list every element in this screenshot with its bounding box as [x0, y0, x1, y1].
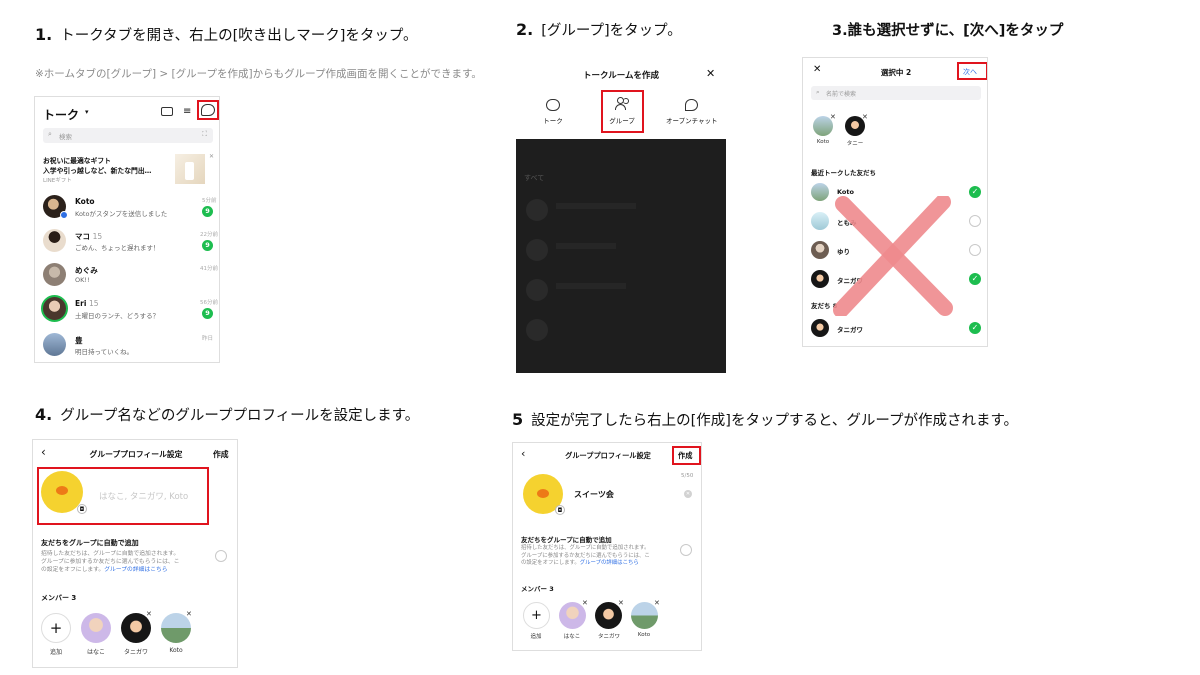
- check-icon: ✓: [969, 322, 981, 334]
- highlight-new-chat: [197, 100, 219, 120]
- remove-icon[interactable]: ✕: [618, 599, 624, 607]
- unread-badge: 9: [202, 240, 213, 251]
- avatar: [43, 263, 66, 286]
- profile-title: グループプロフィール設定: [89, 450, 183, 459]
- chevron-down-icon[interactable]: ▾: [85, 108, 89, 116]
- search-placeholder: 名前で検索: [826, 91, 857, 98]
- search-bar[interactable]: ⌕ 名前で検索: [811, 86, 981, 100]
- auto-add-title: 友だちをグループに自動で追加: [521, 536, 612, 544]
- remove-icon[interactable]: ✕: [582, 599, 588, 607]
- ad-line1: お祝いに最適なギフト: [43, 157, 111, 165]
- step1-title: 1. トークタブを開き、右上の[吹き出しマーク]をタップ。: [35, 25, 418, 44]
- filter-icon[interactable]: ≡: [183, 106, 191, 117]
- screen-select-friends: ✕ 選択中 2 次へ ⌕ 名前で検索 ✕ Koto ✕ タニー 最近トークした友…: [802, 57, 988, 347]
- talk-title: トーク: [43, 108, 80, 122]
- search-bar[interactable]: ⌕ 検索 ⛶: [43, 128, 213, 143]
- search-icon: ⌕: [816, 88, 820, 96]
- step3-title: 3.誰も選択せずに、[次へ]をタップ: [832, 23, 1064, 39]
- cross-mark: [833, 196, 953, 316]
- avatar: [41, 295, 68, 322]
- chat-row-eri[interactable]: Eri 15 土曜日のランチ、どうする？ 56分前 9: [35, 295, 219, 327]
- gift-image: [175, 154, 205, 184]
- dimmed-overlay: すべて: [516, 139, 726, 373]
- add-member-button[interactable]: +: [41, 613, 71, 643]
- remove-icon[interactable]: ✕: [654, 599, 660, 607]
- create-room-header: トークルームを作成 ✕ トーク グループ オープンチャット: [516, 57, 726, 139]
- screen-group-profile-done: ‹ グループプロフィール設定 作成 5/50 ◘ スイーツ会 ✕ 友だちをグルー…: [512, 442, 702, 651]
- auto-add-title: 友だちをグループに自動で追加: [41, 539, 139, 547]
- group-name-input[interactable]: スイーツ会: [574, 489, 614, 500]
- check-icon: ✓: [969, 273, 981, 285]
- members-label: メンバー 3: [521, 585, 554, 593]
- chat-row-megumi[interactable]: めぐみ OK!! 41分前: [35, 261, 219, 293]
- verified-icon: [60, 211, 68, 219]
- chat-row-mako[interactable]: マコ 15 ごめん、ちょっと遅れます！ 22分前 9: [35, 227, 219, 259]
- ad-line2: 入学や引っ越しなど、新たな門出…: [43, 167, 152, 175]
- clear-icon[interactable]: ✕: [684, 490, 692, 498]
- step4-title: 4. グループ名などのグループプロフィールを設定します。: [35, 405, 420, 424]
- check-icon: ✓: [969, 186, 981, 198]
- tab-all: すべて: [524, 174, 545, 182]
- create-room-title: トークルームを作成: [583, 71, 659, 81]
- highlight-next: [957, 62, 987, 80]
- chat-row-yutaka[interactable]: 豊 明日持っていくね。 昨日: [35, 331, 219, 362]
- chat-bubble-icon: [546, 99, 560, 111]
- avatar: [43, 333, 66, 356]
- screen-talk-list: トーク ▾ ≡ ⌕ 検索 ⛶ お祝いに最適なギフト 入学や引っ越しなど、新たな門…: [34, 96, 220, 363]
- video-call-icon[interactable]: [161, 107, 173, 116]
- highlight-create: [672, 446, 701, 465]
- option-openchat[interactable]: オープンチャット: [666, 99, 718, 125]
- highlight-profile: [37, 467, 209, 525]
- char-count: 5/50: [681, 473, 694, 479]
- scan-icon[interactable]: ⛶: [202, 130, 207, 139]
- step5-title: 5 設定が完了したら右上の[作成]をタップすると、グループが作成されます。: [512, 410, 1019, 429]
- auto-add-description: 招待した友だちは、グループに自動で追加されます。 グループに参加するか友だちに選…: [41, 551, 180, 573]
- avatar: [43, 229, 66, 252]
- details-link[interactable]: グループの詳細はこちら: [580, 560, 639, 566]
- step1-note: ※ホームタブの[グループ] > [グループを作成]からもグループ作成画面を開くこ…: [35, 68, 482, 80]
- unchecked-icon: [969, 244, 981, 256]
- toggle-off[interactable]: [215, 550, 227, 562]
- screen-group-profile: ‹ グループプロフィール設定 作成 ◘ はなこ, タニガワ, Koto 友だちを…: [32, 439, 238, 668]
- highlight-group: [601, 90, 644, 133]
- close-icon[interactable]: ✕: [706, 67, 715, 80]
- unread-badge: 9: [202, 308, 213, 319]
- remove-icon[interactable]: ✕: [862, 113, 868, 121]
- unchecked-icon: [969, 215, 981, 227]
- step2-title: 2. [グループ]をタップ。: [516, 20, 682, 39]
- section-recent: 最近トークした友だち: [811, 169, 876, 177]
- duck-icon: [537, 489, 549, 498]
- option-talk[interactable]: トーク: [538, 99, 568, 125]
- chat-row-koto[interactable]: Koto Kotoがスタンプを送信しました 5分前 9: [35, 193, 219, 225]
- members-label: メンバー 3: [41, 594, 77, 602]
- remove-icon[interactable]: ✕: [830, 113, 836, 121]
- camera-icon[interactable]: ◘: [555, 505, 565, 515]
- friend-row[interactable]: タニガワ ✓: [803, 316, 987, 340]
- member-avatar: [81, 613, 111, 643]
- screen-create-room: トークルームを作成 ✕ トーク グループ オープンチャット すべて: [516, 57, 726, 373]
- create-button[interactable]: 作成: [213, 449, 229, 460]
- auto-add-description: 招待した友だちは、グループに自動で追加されます。 グループに参加するか友だちに選…: [521, 545, 650, 566]
- toggle-off[interactable]: [680, 544, 692, 556]
- add-member-button[interactable]: +: [523, 602, 550, 629]
- ad-source: LINEギフト: [43, 178, 72, 184]
- unread-badge: 9: [202, 206, 213, 217]
- search-placeholder: 検索: [59, 133, 72, 141]
- details-link[interactable]: グループの詳細はこちら: [104, 567, 167, 573]
- close-icon[interactable]: ✕: [209, 153, 214, 160]
- openchat-icon: [684, 99, 698, 111]
- remove-icon[interactable]: ✕: [146, 610, 152, 618]
- search-icon: ⌕: [48, 130, 52, 138]
- remove-icon[interactable]: ✕: [186, 610, 192, 618]
